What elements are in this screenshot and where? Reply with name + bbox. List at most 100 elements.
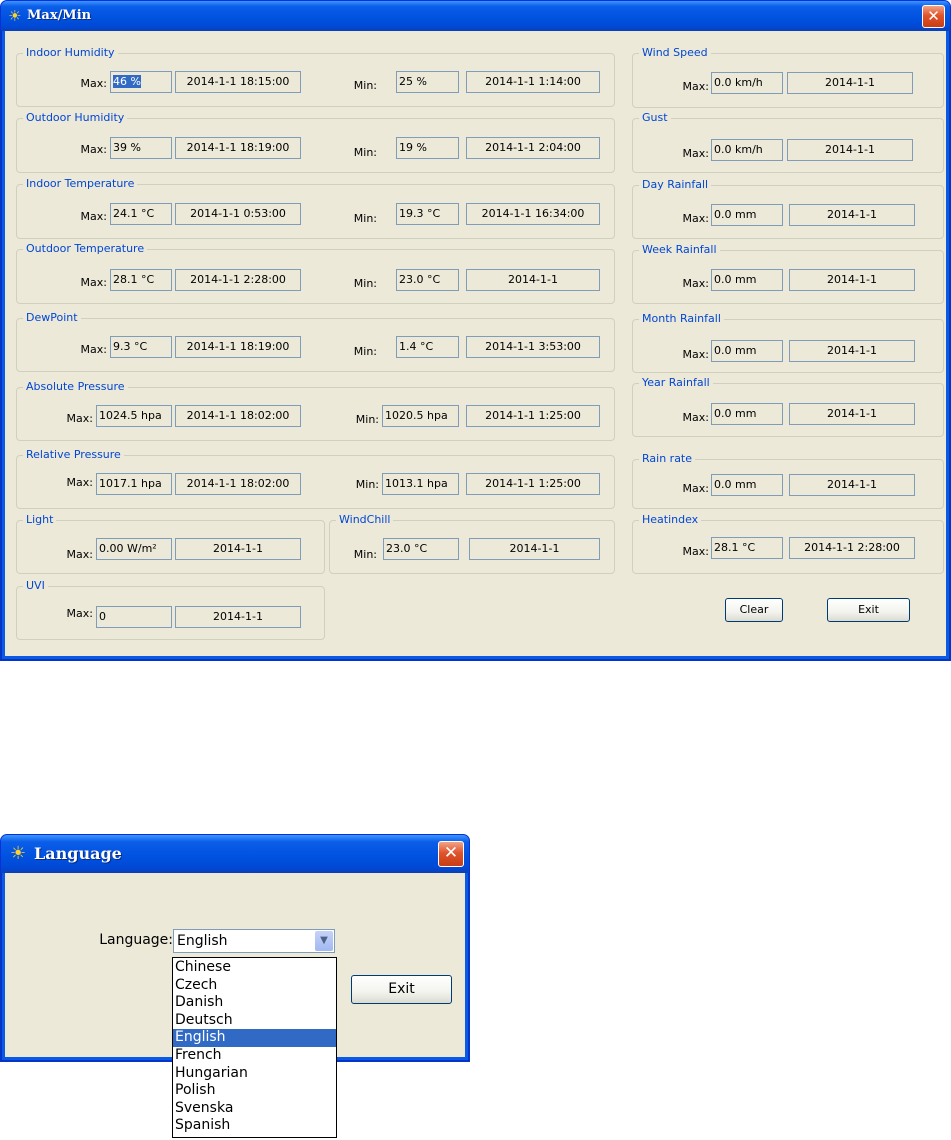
maxmin-titlebar[interactable]: ☀ Max/Min ✕ <box>1 1 950 31</box>
max-label: Max: <box>682 147 709 160</box>
max-value-field[interactable]: 39 % <box>110 137 172 159</box>
max-value-field[interactable]: 0.0 km/h <box>711 139 783 161</box>
min-value-field[interactable]: 19 % <box>396 137 459 159</box>
language-option[interactable]: Polish <box>173 1082 336 1100</box>
language-titlebar[interactable]: ☀ Language ✕ <box>1 835 469 873</box>
group-label: DewPoint <box>23 311 81 325</box>
min-value-field[interactable]: 1013.1 hpa <box>382 473 459 495</box>
max-time-field[interactable]: 2014-1-1 0:53:00 <box>175 203 301 225</box>
min-value-field[interactable]: 1.4 °C <box>396 336 459 358</box>
max-time-field[interactable]: 2014-1-1 <box>789 403 915 425</box>
max-time-field[interactable]: 2014-1-1 2:28:00 <box>789 537 915 559</box>
maxmin-client: Indoor Humidity Max: 46 % 2014-1-1 18:15… <box>5 31 946 656</box>
group-label: Relative Pressure <box>23 448 124 462</box>
min-label: Min: <box>353 79 377 92</box>
min-value-field[interactable]: 19.3 °C <box>396 203 459 225</box>
max-value-field[interactable]: 0.00 W/m² <box>96 538 172 560</box>
group-label: UVI <box>23 579 48 593</box>
max-time-field[interactable]: 2014-1-1 <box>789 340 915 362</box>
max-label: Max: <box>682 277 709 290</box>
max-label: Max: <box>682 80 709 93</box>
language-option[interactable]: French <box>173 1047 336 1065</box>
min-time-field[interactable]: 2014-1-1 1:14:00 <box>466 71 600 93</box>
group-day-rainfall: Day Rainfall Max: 0.0 mm 2014-1-1 <box>632 178 944 239</box>
language-option[interactable]: English <box>173 1029 336 1047</box>
max-time-field[interactable]: 2014-1-1 18:02:00 <box>175 405 301 427</box>
min-time-field[interactable]: 2014-1-1 1:25:00 <box>466 405 600 427</box>
min-value-field[interactable]: 25 % <box>396 71 459 93</box>
max-value-field[interactable]: 0.0 mm <box>711 340 783 362</box>
min-value-field[interactable]: 23.0 °C <box>396 269 459 291</box>
min-time-field[interactable]: 2014-1-1 <box>469 538 600 560</box>
max-value-field[interactable]: 28.1 °C <box>711 537 783 559</box>
max-time-field[interactable]: 2014-1-1 <box>787 139 913 161</box>
max-time-field[interactable]: 2014-1-1 2:28:00 <box>175 269 301 291</box>
exit-button[interactable]: Exit <box>351 975 452 1004</box>
group-label: WindChill <box>336 513 394 527</box>
max-value-field[interactable]: 0.0 km/h <box>711 72 783 94</box>
max-value-field[interactable]: 28.1 °C <box>110 269 172 291</box>
max-label: Max: <box>80 77 107 90</box>
min-time-field[interactable]: 2014-1-1 1:25:00 <box>466 473 600 495</box>
language-label: Language: <box>99 932 173 948</box>
max-label: Max: <box>682 411 709 424</box>
max-time-field[interactable]: 2014-1-1 18:19:00 <box>175 336 301 358</box>
group-label: Rain rate <box>639 452 696 466</box>
max-value-field[interactable]: 46 % <box>110 71 172 93</box>
max-time-field[interactable]: 2014-1-1 18:15:00 <box>175 71 301 93</box>
max-time-field[interactable]: 2014-1-1 <box>175 538 301 560</box>
close-icon[interactable]: ✕ <box>922 5 945 28</box>
group-windchill: WindChill Min: 23.0 °C 2014-1-1 <box>329 513 615 574</box>
clear-button[interactable]: Clear <box>725 598 783 622</box>
language-option[interactable]: Deutsch <box>173 1012 336 1030</box>
group-label: Indoor Humidity <box>23 46 118 60</box>
min-time-field[interactable]: 2014-1-1 16:34:00 <box>466 203 600 225</box>
language-combo[interactable]: English ▼ <box>173 929 335 953</box>
max-label: Max: <box>80 143 107 156</box>
max-value-field[interactable]: 24.1 °C <box>110 203 172 225</box>
max-time-field[interactable]: 2014-1-1 <box>789 474 915 496</box>
min-value-field[interactable]: 23.0 °C <box>383 538 459 560</box>
min-time-field[interactable]: 2014-1-1 3:53:00 <box>466 336 600 358</box>
weather-app-icon: ☀ <box>8 7 22 25</box>
max-label: Max: <box>682 212 709 225</box>
max-time-field[interactable]: 2014-1-1 <box>787 72 913 94</box>
language-option[interactable]: Czech <box>173 977 336 995</box>
min-time-field[interactable]: 2014-1-1 <box>466 269 600 291</box>
group-relative-pressure: Relative Pressure Max: 1017.1 hpa 2014-1… <box>16 448 615 509</box>
language-option[interactable]: Hungarian <box>173 1065 336 1083</box>
language-option[interactable]: Spanish <box>173 1117 336 1135</box>
max-label: Max: <box>682 348 709 361</box>
group-rain-rate: Rain rate Max: 0.0 mm 2014-1-1 <box>632 452 944 509</box>
max-value-field[interactable]: 0.0 mm <box>711 204 783 226</box>
max-value-field[interactable]: 0.0 mm <box>711 403 783 425</box>
language-options: Chinese Czech Danish Deutsch English French Hu… <box>173 958 336 1135</box>
exit-button[interactable]: Exit <box>827 598 910 622</box>
max-value-field[interactable]: 9.3 °C <box>110 336 172 358</box>
max-time-field[interactable]: 2014-1-1 <box>789 204 915 226</box>
max-value-field[interactable]: 0.0 mm <box>711 269 783 291</box>
group-label: Wind Speed <box>639 46 711 60</box>
max-time-field[interactable]: 2014-1-1 <box>789 269 915 291</box>
max-time-field[interactable]: 2014-1-1 18:19:00 <box>175 137 301 159</box>
language-option[interactable]: Svenska <box>173 1100 336 1118</box>
max-value-field[interactable]: 0 <box>96 606 172 628</box>
chevron-down-icon[interactable]: ▼ <box>315 931 333 951</box>
max-value-field[interactable]: 1017.1 hpa <box>96 473 172 495</box>
min-value-field[interactable]: 1020.5 hpa <box>382 405 459 427</box>
max-time-field[interactable]: 2014-1-1 18:02:00 <box>175 473 301 495</box>
group-label: Day Rainfall <box>639 178 712 192</box>
group-label: Gust <box>639 111 671 125</box>
close-icon[interactable]: ✕ <box>438 841 464 867</box>
group-label: Month Rainfall <box>639 312 724 326</box>
max-time-field[interactable]: 2014-1-1 <box>175 606 301 628</box>
language-option[interactable]: Danish <box>173 994 336 1012</box>
min-time-field[interactable]: 2014-1-1 2:04:00 <box>466 137 600 159</box>
max-label: Max: <box>66 548 93 561</box>
max-value-field[interactable]: 1024.5 hpa <box>96 405 172 427</box>
language-option[interactable]: Chinese <box>173 959 336 977</box>
min-label: Min: <box>353 345 377 358</box>
group-month-rainfall: Month Rainfall Max: 0.0 mm 2014-1-1 <box>632 312 944 373</box>
max-value-field[interactable]: 0.0 mm <box>711 474 783 496</box>
max-label: Max: <box>682 482 709 495</box>
